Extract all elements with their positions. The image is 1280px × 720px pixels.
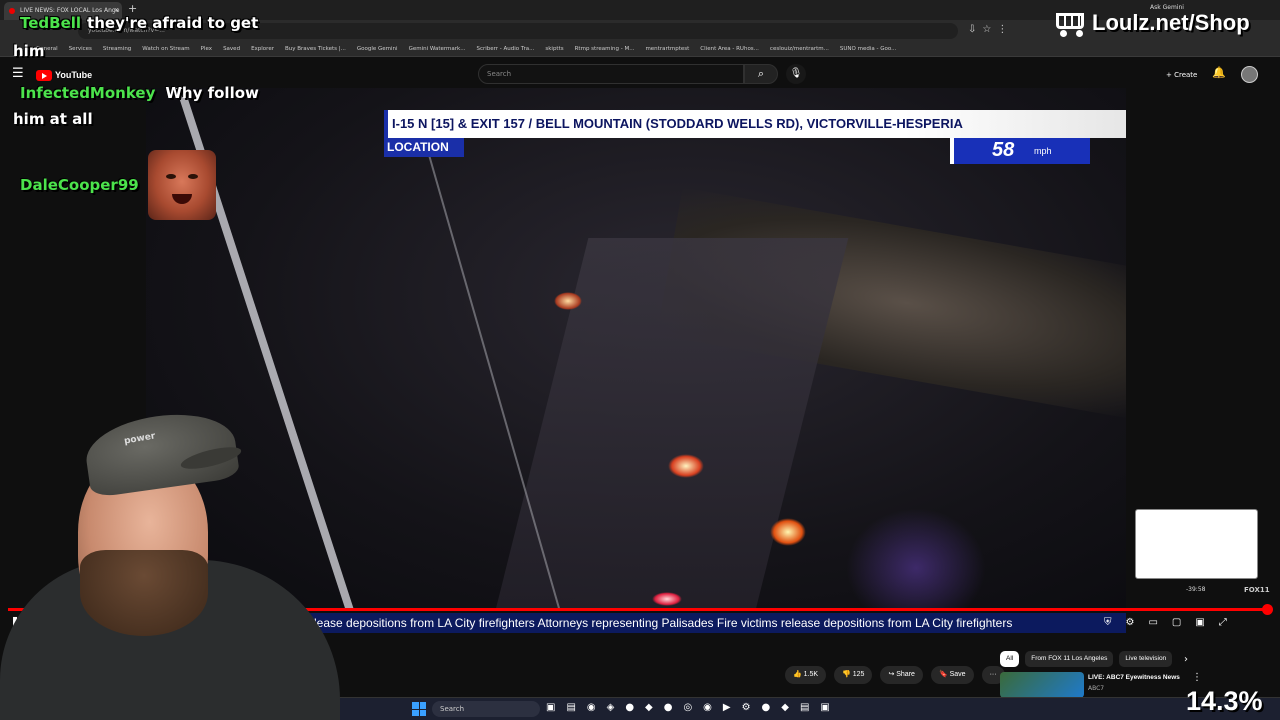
suspect-car [554, 292, 582, 310]
windows-start-icon[interactable] [412, 702, 426, 716]
police-car [652, 592, 682, 606]
chip-from-channel[interactable]: From FOX 11 Los Angeles [1025, 651, 1114, 667]
bookmark-item[interactable]: Google Gemini [357, 46, 398, 52]
bookmarks-bar: General Services Streaming Watch on Stream P… [0, 42, 1280, 57]
player-settings-icons[interactable]: ⛨⚙▭▢▣⤢ [1104, 617, 1241, 628]
location-text: I-15 N [15] & EXIT 157 / BELL MOUNTAIN (… [392, 116, 963, 131]
police-light-glow [846, 508, 986, 608]
speed-box: 58 mph [950, 138, 1090, 164]
shop-url: Loulz.net/Shop [1092, 10, 1250, 35]
bookmark-item[interactable]: Watch on Stream [142, 46, 189, 52]
bookmark-item[interactable]: Buy Braves Tickets |... [285, 46, 346, 52]
bookmark-item[interactable]: ceslouiz/mentrartm... [770, 46, 829, 52]
save-label: Save [949, 671, 966, 678]
preview-time: -39:58 [1186, 586, 1206, 593]
bookmark-item[interactable]: Scriberr - Audio Tra... [476, 46, 534, 52]
share-button[interactable]: ↪ Share [880, 666, 923, 684]
bookmark-item[interactable]: Explorer [251, 46, 274, 52]
related-filter-chips: All From FOX 11 Los Angeles Live televis… [1000, 651, 1173, 667]
toolbar-icons[interactable]: ⇩☆⋮ [968, 24, 1013, 35]
shopping-cart-icon [1050, 9, 1086, 37]
notifications-bell-icon[interactable]: 🔔 [1212, 66, 1226, 79]
chat-text: Why follow [165, 84, 259, 102]
zoom-percentage: 14.3% [1186, 686, 1263, 716]
speed-value: 58 [992, 139, 1015, 161]
menu-icon[interactable]: ☰ [12, 66, 24, 81]
tab-title: LIVE NEWS: FOX LOCAL Los Ange [20, 7, 120, 14]
chevron-right-icon[interactable]: › [1184, 654, 1188, 665]
chat-text-continued: him [13, 42, 45, 60]
youtube-logo[interactable]: YouTube [36, 68, 92, 82]
chat-username: TedBell [20, 14, 82, 32]
bookmark-icon: 🔖 [938, 671, 950, 678]
chat-username: DaleCooper99 [20, 176, 139, 194]
like-button[interactable]: 👍 1.5K [785, 666, 827, 684]
bookmark-item[interactable]: mentrartmptest [645, 46, 689, 52]
more-vert-icon[interactable]: ⋮ [1192, 672, 1202, 683]
highway-road [483, 238, 849, 608]
taskbar-app-icons[interactable]: ▣▤◉◈●◆●◎◉▶⚙●◆▤▣ [546, 702, 841, 713]
taskbar-search[interactable]: Search [432, 701, 540, 717]
youtube-logo-text: YouTube [55, 70, 93, 80]
youtube-play-icon [36, 69, 52, 81]
recommended-thumbnail[interactable] [1000, 672, 1084, 698]
police-car [770, 518, 806, 546]
recommended-title[interactable]: LIVE: ABC7 Eyewitness News [1088, 674, 1180, 681]
speed-unit: mph [1034, 146, 1052, 156]
save-button[interactable]: 🔖 Save [930, 666, 974, 684]
create-button[interactable]: + Create [1160, 66, 1203, 84]
like-count: 1.5K [803, 671, 819, 678]
bookmark-item[interactable]: Rtmp streaming - M... [575, 46, 635, 52]
thumbs-down-icon: 👎 [842, 671, 853, 678]
share-label: Share [896, 671, 915, 678]
bookmark-item[interactable]: Streaming [103, 46, 131, 52]
streamer-webcam: power [0, 410, 360, 720]
dislike-button[interactable]: 👎 125 [834, 666, 873, 684]
streamer-beard [80, 550, 208, 636]
account-avatar[interactable] [1241, 66, 1258, 83]
bookmark-item[interactable]: Services [69, 46, 92, 52]
live-indicator-icon [9, 8, 15, 14]
chip-live-television[interactable]: Live television [1119, 651, 1173, 667]
dislike-count: 125 [852, 671, 865, 678]
police-car [668, 454, 704, 478]
location-tag: LOCATION [384, 138, 464, 157]
chat-text-continued: him at all [13, 110, 93, 128]
chip-all[interactable]: All [1000, 651, 1020, 667]
video-actions: 👍 1.5K 👎 125 ↪ Share 🔖 Save ··· [785, 666, 1005, 684]
search-input[interactable]: Search [478, 64, 744, 84]
bookmark-item[interactable]: Client Area - RUhos... [700, 46, 759, 52]
location-banner: I-15 N [15] & EXIT 157 / BELL MOUNTAIN (… [384, 110, 1126, 138]
preview-channel-logo: FOX11 [1244, 586, 1270, 594]
recommended-channel[interactable]: ABC7 [1088, 685, 1104, 692]
shop-overlay: Loulz.net/Shop [1050, 6, 1250, 40]
bookmark-item[interactable]: skiptts [545, 46, 563, 52]
chat-message: TedBell they're afraid to get [20, 14, 258, 32]
bookmark-item[interactable]: Plex [201, 46, 212, 52]
chat-username: InfectedMonkey [20, 84, 156, 102]
chat-message: InfectedMonkey Why follow [20, 84, 259, 102]
chat-emote-face [148, 150, 216, 220]
scrub-preview-thumbnail [1135, 509, 1258, 579]
microphone-icon[interactable]: 🎙 [786, 64, 806, 84]
search-icon[interactable]: ⌕ [744, 64, 778, 84]
bookmark-item[interactable]: Gemini Watermark... [409, 46, 466, 52]
bookmark-item[interactable]: Saved [223, 46, 240, 52]
chat-text: they're afraid to get [87, 14, 259, 32]
bookmark-item[interactable]: SUNO media - Goo... [840, 46, 896, 52]
thumbs-up-icon: 👍 [793, 671, 804, 678]
